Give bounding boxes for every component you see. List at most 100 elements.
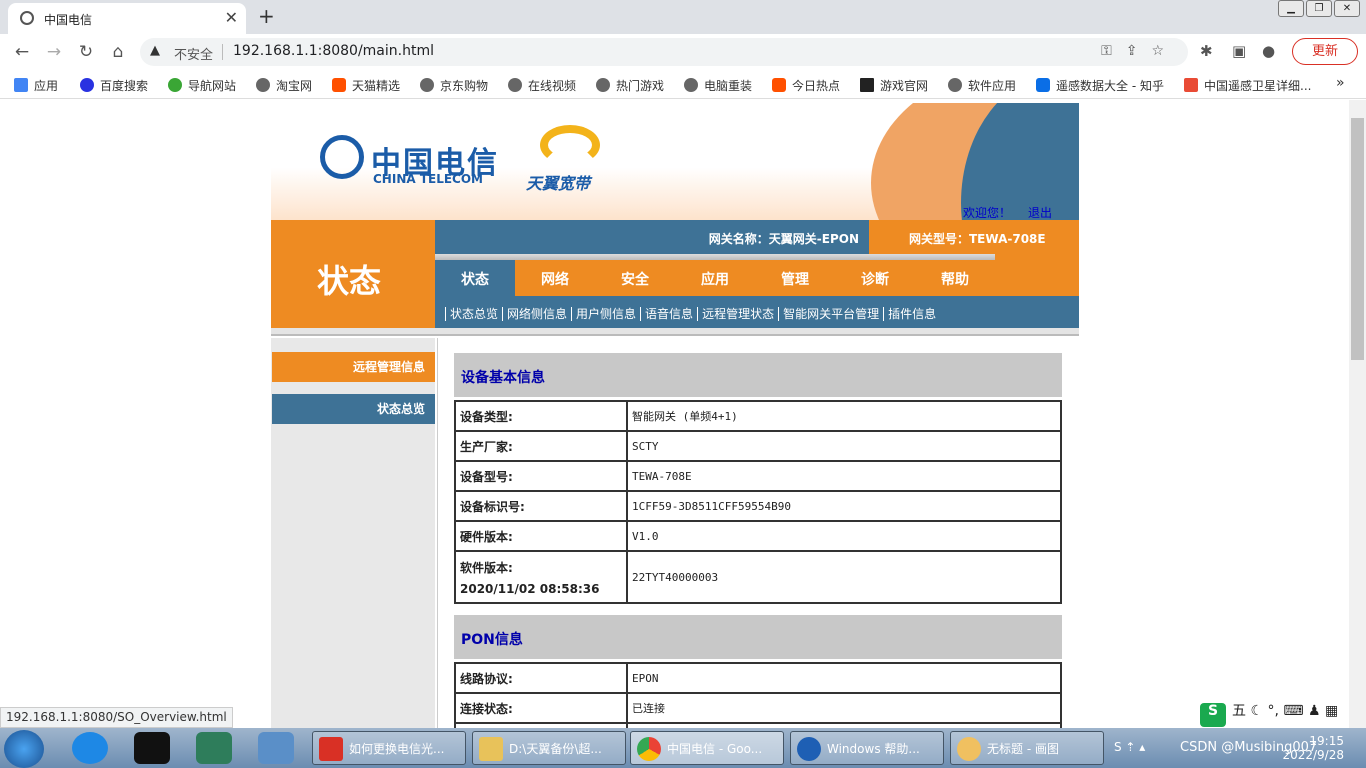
bookmark-item[interactable]: 热门游戏 (596, 77, 664, 94)
kugou-icon[interactable] (72, 732, 108, 764)
subnav-overview[interactable]: 状态总览 (445, 307, 503, 321)
subnav-network-side[interactable]: 网络侧信息 (502, 307, 572, 321)
tab-title: 中国电信 (44, 13, 93, 27)
sogou-ime-icon[interactable]: S (1200, 703, 1226, 727)
sidepanel-icon[interactable]: ▣ (1232, 42, 1246, 60)
paint-icon (957, 737, 981, 761)
minimize-icon[interactable]: ▁ (1278, 0, 1304, 17)
tab-application[interactable]: 应用 (675, 254, 755, 296)
insecure-label[interactable]: 不安全 (174, 44, 213, 63)
profile-avatar-icon[interactable]: ● (1262, 42, 1275, 60)
subnav-plugins[interactable]: 插件信息 (883, 307, 941, 321)
address-bar[interactable]: ▲ 不安全 192.168.1.1:8080/main.html ⚿⇪☆ (140, 38, 1188, 66)
logout-link[interactable]: 退出 (1028, 204, 1052, 221)
bookmark-item[interactable]: 百度搜索 (80, 77, 148, 94)
web-page: 中国电信 CHINA TELECOM 天翼宽带 欢迎您！ 退出 状态 网关名称：… (0, 100, 1349, 728)
hao-check-icon (168, 78, 182, 92)
tab-management[interactable]: 管理 (755, 254, 835, 296)
globe-icon (20, 11, 34, 25)
sidebar-item-remote-mgmt[interactable]: 远程管理信息 (272, 352, 435, 382)
taskbar-item-wps[interactable]: 如何更换电信光... (312, 731, 466, 765)
bookmark-item[interactable]: 天猫精选 (332, 77, 400, 94)
tab-network[interactable]: 网络 (515, 254, 595, 296)
bookmark-item[interactable]: 应用 (14, 77, 58, 94)
gateway-name: 网关名称：天翼网关-EPON (708, 232, 859, 246)
address-bar-icons[interactable]: ⚿⇪☆ (1101, 43, 1178, 59)
taskbar-item-chrome[interactable]: 中国电信 - Goo... (630, 731, 784, 765)
bookmark-item[interactable]: 软件应用 (948, 77, 1016, 94)
tab-help[interactable]: 帮助 (915, 254, 995, 296)
bookmark-item[interactable]: 中国遥感卫星详细... (1184, 77, 1311, 94)
apps-grid-icon (14, 78, 28, 92)
welcome-link[interactable]: 欢迎您！ (963, 204, 1011, 221)
sidebar: 远程管理信息 状态总览 (271, 338, 435, 728)
taskbar-item-explorer[interactable]: D:\天翼备份\超... (472, 731, 626, 765)
system-tray: S ⇡ ▴ CSDN @Musibing007 19:15 2022/9/28 (1110, 732, 1366, 766)
help-icon (797, 737, 821, 761)
taskbar-item-help[interactable]: Windows 帮助... (790, 731, 944, 765)
content-area: 设备基本信息 设备类型: 智能网关 (单频4+1) 生产厂家: SCTY 设备型号:… (437, 338, 1079, 728)
home-icon[interactable]: ⌂ (106, 40, 130, 64)
baidu-paw-icon (80, 78, 94, 92)
new-tab-button[interactable]: + (258, 4, 275, 28)
bookmark-item[interactable]: 淘宝网 (256, 77, 312, 94)
device-info-table: 设备类型: 智能网关 (单频4+1) 生产厂家: SCTY 设备型号: TEWA-70… (454, 400, 1062, 604)
logo-english: CHINA TELECOM (373, 172, 483, 186)
start-button-icon[interactable] (4, 730, 44, 768)
clock[interactable]: 19:15 2022/9/28 (1282, 734, 1344, 762)
table-row: 设备型号: TEWA-708E (454, 460, 1062, 492)
table-row: 硬件版本: V1.0 (454, 520, 1062, 552)
ime-toolbar[interactable]: S五 ☾ °, ⌨ ♟ ▦ (1200, 700, 1338, 727)
subnav-platform-mgmt[interactable]: 智能网关平台管理 (778, 307, 884, 321)
update-button[interactable]: 更新 (1292, 38, 1358, 65)
bookmark-item[interactable]: 在线视频 (508, 77, 576, 94)
control-panel-icon[interactable] (258, 732, 294, 764)
tab-security[interactable]: 安全 (595, 254, 675, 296)
globe-icon (684, 78, 698, 92)
subnav-user-side[interactable]: 用户侧信息 (571, 307, 641, 321)
bookmark-item[interactable]: 今日热点 (772, 77, 840, 94)
taobao-icon (772, 78, 786, 92)
device-info-title: 设备基本信息 (454, 353, 1062, 397)
back-arrow-icon[interactable]: ← (10, 40, 34, 64)
more-bookmarks-icon[interactable]: » (1336, 75, 1345, 91)
tab-status[interactable]: 状态 (435, 254, 515, 296)
tianyi-logo-icon (540, 125, 600, 165)
table-row: 连接状态: 已连接 (454, 692, 1062, 724)
forward-arrow-icon[interactable]: → (42, 40, 66, 64)
pon-info-title: PON信息 (454, 615, 1062, 659)
warning-icon[interactable]: ▲ (150, 43, 160, 58)
app-icon[interactable] (196, 732, 232, 764)
gateway-model-bar: 网关型号：TEWA-708E (869, 220, 1079, 254)
extensions-icon[interactable]: ✱ (1200, 42, 1213, 60)
browser-tab[interactable]: 中国电信 ✕ (8, 3, 246, 34)
bookmark-item[interactable]: 京东购物 (420, 77, 488, 94)
app-icon[interactable] (134, 732, 170, 764)
taskbar-item-paint[interactable]: 无标题 - 画图 (950, 731, 1104, 765)
section-title: 状态 (317, 262, 382, 300)
status-url: 192.168.1.1:8080/SO_Overview.html (0, 707, 233, 728)
sidebar-item-overview[interactable]: 状态总览 (272, 394, 435, 424)
scrollbar-thumb[interactable] (1351, 118, 1364, 360)
subnav-voice[interactable]: 语音信息 (640, 307, 698, 321)
reload-icon[interactable]: ↻ (74, 40, 98, 64)
close-window-icon[interactable]: ✕ (1334, 0, 1360, 17)
chrome-icon (637, 737, 661, 761)
bookmark-item[interactable]: 遥感数据大全 - 知乎 (1036, 77, 1164, 94)
bookmark-item[interactable]: 电脑重装 (684, 77, 752, 94)
window-controls: ▁ ❐ ✕ (1278, 0, 1360, 18)
ime-mode-label[interactable]: 五 (1232, 703, 1246, 719)
restore-icon[interactable]: ❐ (1306, 0, 1332, 17)
bookmark-item[interactable]: 游戏官网 (860, 77, 928, 94)
tray-icons[interactable]: S ⇡ ▴ (1114, 740, 1145, 754)
tab-diagnosis[interactable]: 诊断 (835, 254, 915, 296)
globe-icon (256, 78, 270, 92)
gateway-model: 网关型号：TEWA-708E (909, 232, 1046, 246)
tianyi-broadband-text: 天翼宽带 (526, 174, 591, 193)
close-tab-icon[interactable]: ✕ (225, 8, 238, 27)
gateway-name-bar: 网关名称：天翼网关-EPON (435, 220, 869, 254)
header-divider (271, 328, 1079, 336)
url-text[interactable]: 192.168.1.1:8080/main.html (233, 43, 434, 59)
bookmark-item[interactable]: 导航网站 (168, 77, 236, 94)
subnav-remote-mgmt[interactable]: 远程管理状态 (697, 307, 779, 321)
